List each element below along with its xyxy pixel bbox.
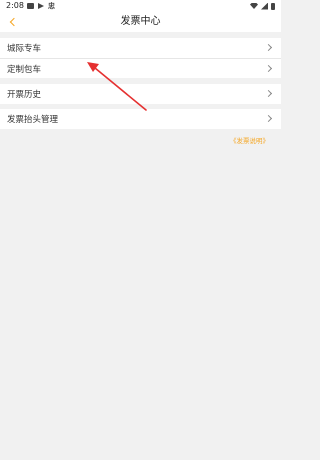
menu-group-trips: 城际专车 定制包车: [0, 38, 281, 78]
signal-icon: [261, 2, 268, 10]
wifi-icon: [250, 3, 258, 9]
menu-group-title: 发票抬头管理: [0, 109, 281, 129]
app-icon: 忠: [48, 2, 55, 10]
page-title: 发票中心: [120, 16, 161, 27]
menu-group-history: 开票历史: [0, 84, 281, 104]
chevron-right-icon: [264, 114, 273, 123]
menu-item-charter-car[interactable]: 定制包车: [0, 58, 281, 78]
menu-item-invoice-title-management[interactable]: 发票抬头管理: [0, 109, 281, 129]
menu-item-label: 开票历史: [7, 90, 42, 100]
menu-item-label: 发票抬头管理: [7, 115, 59, 125]
chevron-right-icon: [264, 64, 273, 73]
status-icons-right: [250, 1, 275, 11]
battery-icon: [271, 2, 275, 10]
status-icons-left: 忠: [27, 1, 55, 11]
chevron-right-icon: [264, 43, 273, 52]
status-time: 2:08: [6, 1, 24, 10]
menu-item-label: 城际专车: [7, 44, 42, 54]
image-icon: [27, 3, 34, 9]
chevron-right-icon: [264, 89, 273, 98]
invoice-center-page: 2:08 忠 发票中心 城际专车 定制包车 开票历史 发票抬头管理 《发票说明》: [0, 0, 281, 460]
invoice-note-link[interactable]: 《发票说明》: [230, 135, 269, 145]
status-bar: 2:08 忠: [0, 0, 281, 12]
menu-item-label: 定制包车: [7, 64, 42, 75]
menu-item-invoice-history[interactable]: 开票历史: [0, 84, 281, 104]
menu-item-intercity-car[interactable]: 城际专车: [0, 38, 281, 58]
play-store-icon: [38, 3, 44, 9]
header-bar: 发票中心: [0, 12, 281, 32]
chevron-left-icon: [9, 17, 18, 27]
back-button[interactable]: [4, 14, 20, 30]
